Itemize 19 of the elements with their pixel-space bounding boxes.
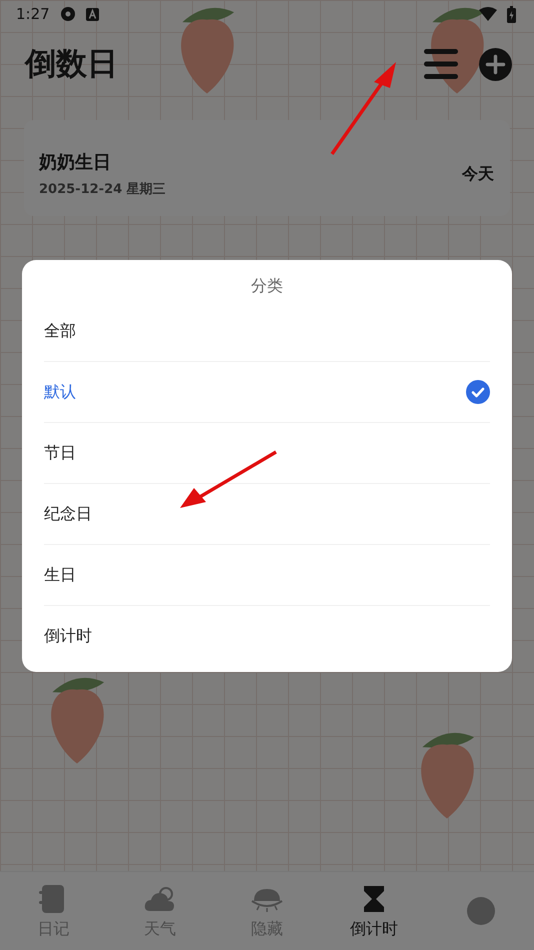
nav-tab[interactable]: 倒计时: [320, 872, 428, 950]
menu-button[interactable]: [423, 48, 459, 80]
keyboard-icon: [86, 8, 99, 20]
countdown-label: 今天: [462, 164, 494, 184]
category-option[interactable]: 全部: [44, 301, 490, 362]
category-option[interactable]: 节日: [44, 423, 490, 484]
clock-time: 1:27: [16, 5, 50, 23]
check-icon: [466, 380, 490, 404]
dialog-title: 分类: [250, 276, 284, 297]
event-date: 2025-12-24 星期三: [39, 181, 167, 198]
category-option[interactable]: 生日: [44, 545, 490, 606]
event-name: 奶奶生日: [39, 151, 112, 174]
battery-icon: [507, 6, 516, 22]
page-title: 倒数日: [25, 45, 118, 84]
category-option[interactable]: 默认: [44, 362, 490, 423]
event-card[interactable]: 奶奶生日 2025-12-24 星期三 今天: [24, 120, 510, 216]
wifi-icon: [479, 7, 497, 21]
add-button[interactable]: [479, 48, 512, 80]
category-option[interactable]: 倒计时: [44, 606, 490, 666]
